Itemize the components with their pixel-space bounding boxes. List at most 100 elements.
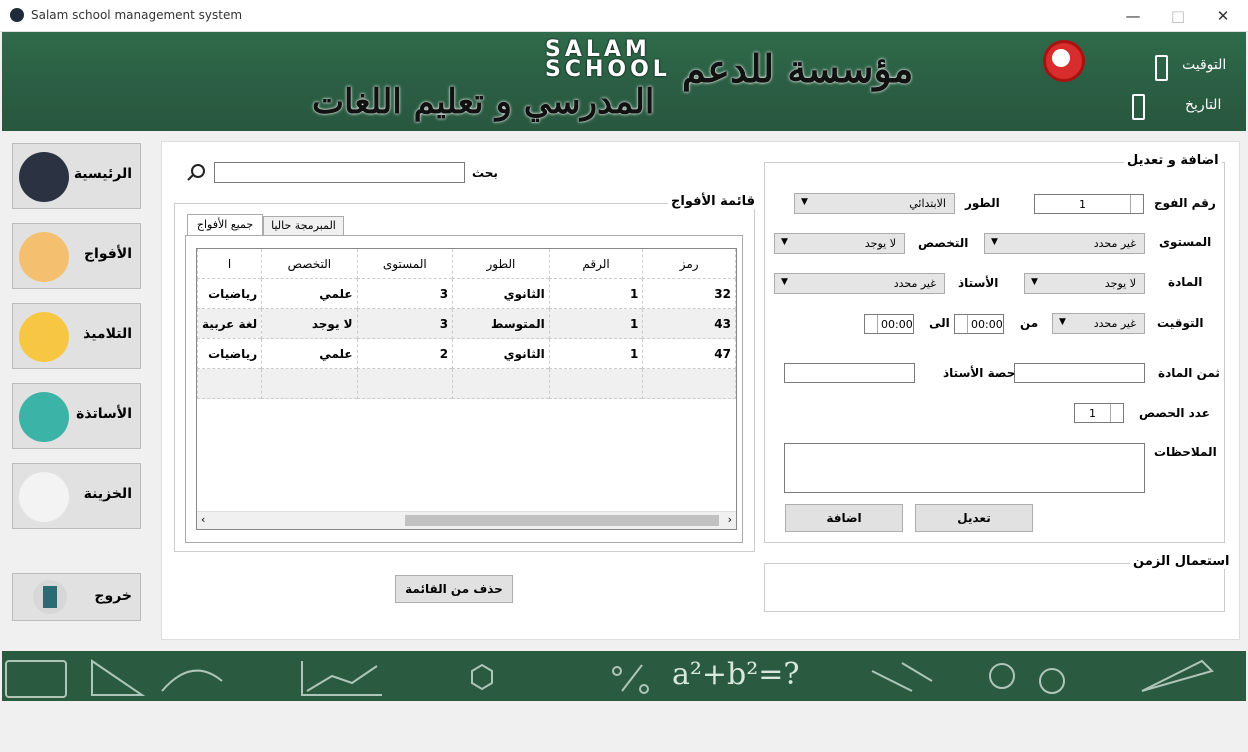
sidebar-item-students[interactable]: التلاميذ	[12, 303, 141, 369]
timing-label: التوقيت	[1157, 316, 1204, 330]
column-header[interactable]: الرقم	[548, 249, 644, 279]
level-label: المستوى	[1159, 235, 1212, 249]
specialty-select[interactable]: لا يوجد ▼	[774, 233, 905, 254]
horizontal-scrollbar[interactable]: ‹ ›	[197, 511, 736, 529]
table-row[interactable]: 32 1 الثانوي 3 علمي رياضيات	[197, 278, 736, 309]
time-label: التوقيت	[1182, 57, 1227, 73]
search-label: بحث	[472, 166, 498, 180]
cell-number[interactable]: 1	[548, 278, 644, 309]
exit-button[interactable]: خروج	[12, 573, 141, 621]
alarm-clock-icon	[1043, 40, 1085, 82]
level-select[interactable]: غير محدد ▼	[984, 233, 1145, 254]
column-header[interactable]: المستوى	[356, 249, 454, 279]
cell-stage[interactable]: الثانوي	[452, 338, 550, 369]
sidebar-item-treasury[interactable]: الخزينة	[12, 463, 141, 529]
maximize-button[interactable]: □	[1155, 0, 1201, 31]
add-button[interactable]: اضافة	[785, 504, 903, 532]
group-number-label: رقم الفوج	[1154, 196, 1216, 210]
column-header[interactable]: ا	[197, 249, 263, 279]
tab-all-groups[interactable]: جميع الأفواج	[187, 214, 263, 236]
cell-level[interactable]: 3	[356, 278, 454, 309]
cell-subject[interactable]: رياضيات	[197, 338, 263, 369]
stage-select[interactable]: الابتدائي ▼	[794, 193, 955, 214]
column-header[interactable]: الطور	[452, 249, 550, 279]
spinner-arrows-icon[interactable]	[1130, 195, 1143, 213]
chevron-down-icon: ▼	[991, 237, 998, 247]
delete-from-list-button[interactable]: حذف من القائمة	[395, 575, 513, 603]
sidebar-item-teachers[interactable]: الأساتذة	[12, 383, 141, 449]
cell-specialty[interactable]: لا يوجد	[261, 308, 358, 339]
subject-select-value: لا يوجد	[1104, 277, 1136, 290]
table-row[interactable]: 43 1 المتوسط 3 لا يوجد لغة عربية	[197, 308, 736, 339]
cell-stage[interactable]: الثانوي	[452, 278, 550, 309]
app-icon	[10, 8, 24, 22]
table-header: رمز الرقم الطور المستوى التخصص ا	[197, 249, 736, 279]
specialty-select-value: لا يوجد	[864, 237, 896, 250]
scrollbar-thumb[interactable]	[405, 515, 719, 526]
column-header[interactable]: رمز	[642, 249, 736, 279]
sidebar-item-label: التلاميذ	[83, 326, 132, 342]
footer-banner: a²+b²=?	[2, 651, 1246, 701]
table-row[interactable]: 47 1 الثانوي 2 علمي رياضيات	[197, 338, 736, 369]
spinner-arrows-icon[interactable]	[955, 315, 968, 333]
subject-label: المادة	[1168, 275, 1203, 289]
sidebar-item-groups[interactable]: الأفواج	[12, 223, 141, 289]
from-label: من	[1020, 316, 1039, 330]
cell-level[interactable]: 2	[356, 338, 454, 369]
sidebar-item-label: الخزينة	[83, 486, 132, 502]
stage-select-value: الابتدائي	[909, 197, 946, 210]
spinner-arrows-icon[interactable]	[1110, 404, 1123, 422]
cell-subject[interactable]: لغة عربية	[197, 308, 263, 339]
group-number-spinner[interactable]: 1	[1034, 194, 1144, 214]
cell-level[interactable]: 3	[356, 308, 454, 339]
door-icon	[33, 580, 67, 614]
cell-stage[interactable]: المتوسط	[452, 308, 550, 339]
column-header[interactable]: التخصص	[261, 249, 358, 279]
chevron-down-icon: ▼	[1031, 277, 1038, 287]
spinner-arrows-icon[interactable]	[865, 315, 878, 333]
teacher-select[interactable]: غير محدد ▼	[774, 273, 945, 294]
to-label: الى	[929, 316, 950, 330]
chevron-down-icon: ▼	[1059, 317, 1066, 327]
level-select-value: غير محدد	[1093, 237, 1136, 250]
cell-specialty[interactable]: علمي	[261, 278, 358, 309]
cell-number[interactable]: 1	[548, 308, 644, 339]
cell-code[interactable]: 47	[642, 338, 736, 369]
sidebar-item-label: الأفواج	[83, 246, 132, 262]
logo-text-bottom: SCHOOL	[545, 57, 671, 82]
sidebar-item-label: الرئيسية	[73, 166, 132, 182]
notes-textarea[interactable]	[784, 443, 1145, 493]
scroll-left-icon[interactable]: ‹	[201, 513, 205, 526]
sessions-label: عدد الحصص	[1139, 406, 1210, 420]
cell-code[interactable]: 43	[642, 308, 736, 339]
sessions-spinner[interactable]: 1	[1074, 403, 1124, 423]
cell-number[interactable]: 1	[548, 338, 644, 369]
window-titlebar: Salam school management system — □ ✕	[0, 0, 1248, 32]
group-number-value: 1	[1079, 198, 1086, 211]
sidebar-item-home[interactable]: الرئيسية	[12, 143, 141, 209]
date-label: التاريخ	[1185, 97, 1222, 113]
cell-specialty[interactable]: علمي	[261, 338, 358, 369]
chevron-down-icon: ▼	[801, 197, 808, 207]
tab-current-groups[interactable]: المبرمجة حاليا	[263, 216, 344, 236]
search-icon	[186, 163, 208, 183]
sessions-value: 1	[1089, 407, 1096, 420]
cell-code[interactable]: 32	[642, 278, 736, 309]
minimize-button[interactable]: —	[1110, 0, 1156, 31]
table-new-row[interactable]	[197, 368, 736, 399]
close-button[interactable]: ✕	[1200, 0, 1246, 31]
search-input[interactable]	[214, 162, 465, 183]
to-time-spinner[interactable]: 00:00	[864, 314, 914, 334]
window-title: Salam school management system	[31, 8, 243, 22]
day-select[interactable]: غير محدد ▼	[1052, 313, 1145, 334]
price-input[interactable]	[1014, 363, 1145, 383]
teacher-share-input[interactable]	[784, 363, 915, 383]
cell-subject[interactable]: رياضيات	[197, 278, 263, 309]
student-icon	[19, 312, 69, 362]
schedule-title: استعمال الزمن	[1130, 554, 1233, 569]
edit-button[interactable]: تعديل	[915, 504, 1033, 532]
from-time-spinner[interactable]: 00:00	[954, 314, 1004, 334]
scroll-right-icon[interactable]: ›	[728, 513, 732, 526]
banner-title-line1: مؤسسة للدعم	[682, 46, 914, 91]
subject-select[interactable]: لا يوجد ▼	[1024, 273, 1145, 294]
